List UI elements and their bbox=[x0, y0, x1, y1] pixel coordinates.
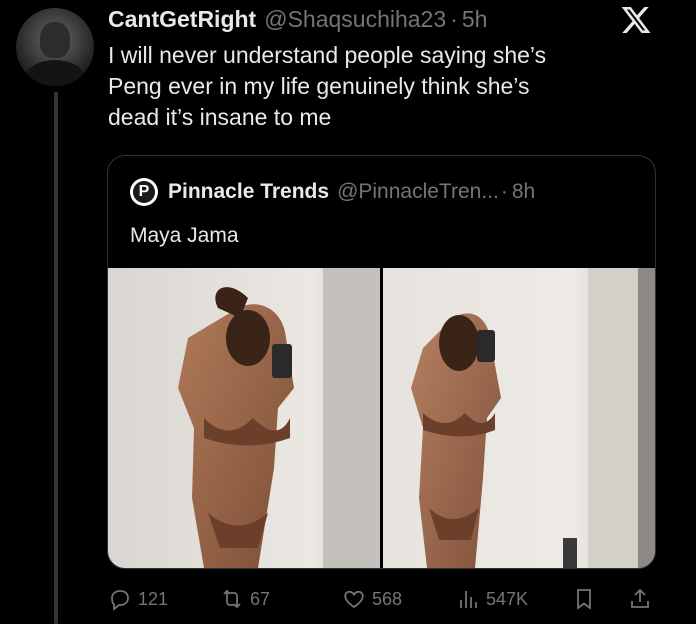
bookmark-icon bbox=[577, 589, 591, 610]
heart-icon bbox=[344, 590, 364, 609]
quoted-avatar-letter: P bbox=[133, 181, 155, 203]
views-icon bbox=[460, 591, 477, 608]
quoted-tweet-text: Maya Jama bbox=[130, 224, 239, 247]
author-name[interactable]: CantGetRight bbox=[108, 6, 256, 33]
photo-2[interactable] bbox=[383, 268, 655, 568]
repost-icon bbox=[223, 589, 241, 609]
like-count: 568 bbox=[372, 588, 403, 609]
tweet-text-line: I will never understand people saying sh… bbox=[108, 42, 547, 68]
quoted-author-name[interactable]: Pinnacle Trends bbox=[168, 180, 329, 204]
views-count: 547K bbox=[486, 588, 529, 609]
tweet-text-line: dead it’s insane to me bbox=[108, 104, 332, 130]
photo-1[interactable] bbox=[108, 268, 380, 568]
share-button[interactable] bbox=[628, 584, 652, 614]
action-bar: 121 67 568 547K bbox=[108, 584, 668, 614]
quoted-tweet-header: P Pinnacle Trends @PinnacleTren... · 8h bbox=[130, 178, 535, 206]
tweet-text-line: Peng ever in my life genuinely think she… bbox=[108, 73, 530, 99]
quoted-author-avatar[interactable]: P bbox=[130, 178, 158, 206]
repost-count: 67 bbox=[250, 588, 271, 609]
author-handle[interactable]: @Shaqsuchiha23 bbox=[264, 6, 446, 33]
views-button[interactable]: 547K bbox=[456, 584, 528, 614]
separator-dot: · bbox=[450, 6, 458, 32]
bookmark-button[interactable] bbox=[572, 584, 596, 614]
tweet-text: I will never understand people saying sh… bbox=[108, 40, 668, 133]
avatar-shoulders bbox=[24, 60, 86, 86]
photo-grid bbox=[108, 268, 655, 568]
tweet-header: CantGetRight @Shaqsuchiha23 · 5h bbox=[108, 6, 487, 36]
quoted-tweet-time[interactable]: 8h bbox=[512, 180, 535, 204]
reply-button[interactable]: 121 bbox=[108, 584, 168, 614]
reply-icon bbox=[111, 590, 129, 611]
share-icon bbox=[631, 588, 649, 608]
author-avatar[interactable] bbox=[16, 8, 94, 86]
x-logo-icon bbox=[620, 4, 652, 36]
quoted-tweet[interactable]: P Pinnacle Trends @PinnacleTren... · 8h … bbox=[107, 155, 656, 569]
separator-dot: · bbox=[500, 180, 508, 203]
like-button[interactable]: 568 bbox=[342, 584, 402, 614]
quoted-author-handle[interactable]: @PinnacleTren... bbox=[337, 180, 499, 204]
tweet-time[interactable]: 5h bbox=[462, 6, 488, 33]
repost-button[interactable]: 67 bbox=[220, 584, 270, 614]
reply-count: 121 bbox=[138, 588, 169, 609]
thread-line bbox=[54, 92, 58, 624]
avatar-head bbox=[40, 22, 70, 58]
